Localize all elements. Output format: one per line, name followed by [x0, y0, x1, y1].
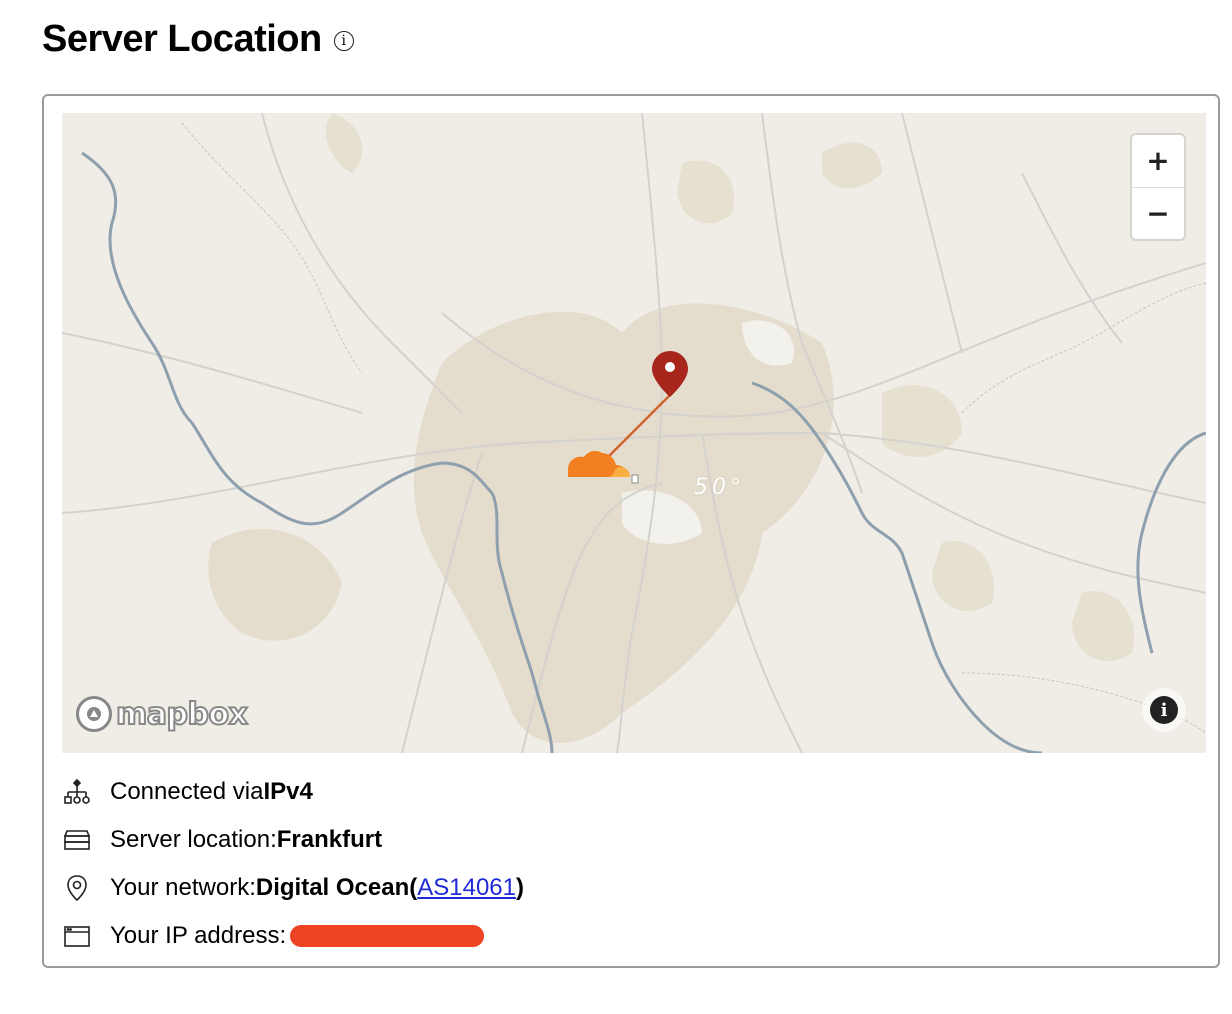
urban-area — [822, 142, 882, 188]
location-prefix: Server location: — [110, 826, 277, 853]
location-value: Frankfurt — [276, 826, 383, 853]
connection-prefix: Connected via — [110, 778, 264, 805]
network-paren-open: ( — [409, 874, 418, 901]
ip-prefix: Your IP address: — [110, 922, 287, 949]
connection-value: IPv4 — [263, 778, 313, 805]
network-topology-icon — [62, 777, 92, 807]
connection-info-list: Connected via IPv4 Server location: Fran… — [62, 768, 524, 960]
attribution-button[interactable]: i — [1142, 688, 1186, 732]
network-paren-close: ) — [516, 874, 525, 901]
mapbox-logo[interactable]: mapbox — [76, 696, 249, 733]
title-row: Server Location i — [42, 14, 354, 64]
info-circle-icon[interactable]: i — [333, 31, 354, 51]
urban-area — [1072, 591, 1134, 662]
server-icon — [62, 825, 92, 855]
network-row: Your network: Digital Ocean (AS14061) — [62, 864, 524, 912]
urban-area — [882, 385, 962, 457]
zoom-control: + − — [1132, 135, 1184, 239]
server-location-card: 50° + − mapbox i Connected via IPv4 Serv… — [42, 94, 1220, 968]
location-row: Server location: Frankfurt — [62, 816, 524, 864]
ip-redaction — [290, 925, 485, 947]
mapbox-logo-text: mapbox — [115, 696, 249, 733]
map-canvas[interactable] — [62, 113, 1206, 753]
page-title: Server Location — [42, 18, 322, 60]
urban-area — [677, 160, 734, 224]
latitude-label: 50° — [694, 475, 745, 500]
network-prefix: Your network: — [110, 874, 256, 901]
ip-row: Your IP address: — [62, 912, 524, 960]
asn-link[interactable]: AS14061 — [417, 874, 516, 902]
info-glyph: i — [341, 33, 346, 49]
network-value: Digital Ocean — [255, 874, 410, 901]
info-icon: i — [1150, 696, 1178, 724]
urban-area — [932, 541, 994, 612]
mapbox-logo-icon — [76, 696, 112, 732]
connection-row: Connected via IPv4 — [62, 768, 524, 816]
server-location-page: Server Location i 50° + − mapbox i Conne… — [0, 0, 1232, 1014]
building-marker — [631, 474, 639, 484]
browser-window-icon — [62, 921, 92, 951]
map[interactable]: 50° + − mapbox i — [62, 113, 1206, 753]
urban-area — [208, 528, 342, 641]
urban-area — [325, 113, 363, 173]
zoom-out-button[interactable]: − — [1132, 186, 1184, 240]
map-pin-icon — [62, 873, 92, 903]
zoom-in-button[interactable]: + — [1132, 135, 1184, 187]
